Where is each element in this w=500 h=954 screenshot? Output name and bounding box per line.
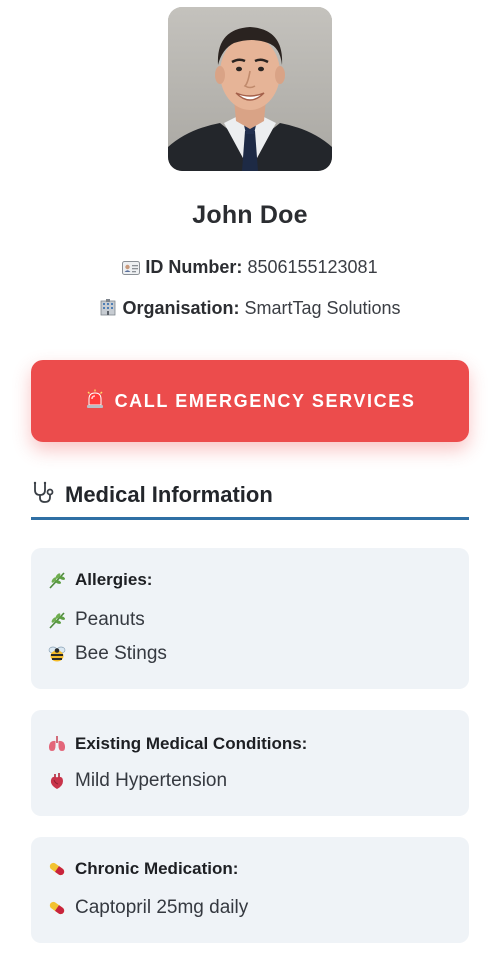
id-number-value: 8506155123081 bbox=[247, 257, 378, 277]
stethoscope-icon bbox=[31, 480, 55, 510]
existing-conditions-card: Existing Medical Conditions: Mild Hypert… bbox=[31, 710, 469, 816]
herb-icon bbox=[47, 570, 67, 590]
condition-label: Mild Hypertension bbox=[75, 770, 228, 791]
list-item: Peanuts bbox=[47, 609, 145, 631]
office-building-icon bbox=[99, 298, 117, 321]
organisation-value: SmartTag Solutions bbox=[244, 298, 401, 318]
anatomical-heart-icon bbox=[47, 771, 67, 791]
medical-profile-page: John Doe ID Number: 8506155123081 Organi… bbox=[0, 0, 500, 954]
allergy-label: Peanuts bbox=[75, 609, 145, 630]
medical-information-title: Medical Information bbox=[65, 482, 273, 507]
list-item: Mild Hypertension bbox=[47, 770, 227, 792]
pill-icon bbox=[47, 859, 67, 879]
lungs-icon bbox=[47, 734, 67, 754]
allergies-heading: Allergies: bbox=[47, 570, 152, 590]
chronic-medication-card: Chronic Medication: Captopril 25mg daily bbox=[31, 837, 469, 943]
organisation-label: Organisation: bbox=[122, 298, 240, 318]
list-item: Bee Stings bbox=[47, 643, 167, 665]
chronic-medication-heading: Chronic Medication: bbox=[47, 859, 238, 879]
medication-label: Captopril 25mg daily bbox=[75, 897, 249, 918]
allergy-label: Bee Stings bbox=[75, 643, 167, 664]
bee-icon bbox=[47, 644, 67, 664]
chronic-medication-title: Chronic Medication: bbox=[75, 859, 239, 878]
allergies-title: Allergies: bbox=[75, 570, 153, 589]
id-number-line: ID Number: 8506155123081 bbox=[0, 257, 500, 280]
allergies-card: Allergies: Peanuts Bee Stings bbox=[31, 548, 469, 689]
id-card-icon bbox=[122, 259, 141, 280]
siren-icon bbox=[85, 389, 105, 414]
section-divider bbox=[31, 517, 469, 520]
call-emergency-services-button[interactable]: CALL EMERGENCY SERVICES bbox=[31, 360, 469, 442]
person-name: John Doe bbox=[192, 201, 308, 229]
existing-conditions-title: Existing Medical Conditions: bbox=[75, 734, 308, 753]
pill-icon bbox=[47, 898, 67, 918]
person-portrait-image bbox=[168, 7, 332, 171]
id-number-label: ID Number: bbox=[145, 257, 243, 277]
profile-photo bbox=[168, 7, 332, 171]
call-emergency-services-label: CALL EMERGENCY SERVICES bbox=[114, 390, 416, 411]
medical-information-heading: Medical Information bbox=[31, 480, 273, 510]
herb-icon bbox=[47, 610, 67, 630]
existing-conditions-heading: Existing Medical Conditions: bbox=[47, 734, 307, 754]
list-item: Captopril 25mg daily bbox=[47, 897, 248, 919]
organisation-line: Organisation: SmartTag Solutions bbox=[0, 298, 500, 321]
